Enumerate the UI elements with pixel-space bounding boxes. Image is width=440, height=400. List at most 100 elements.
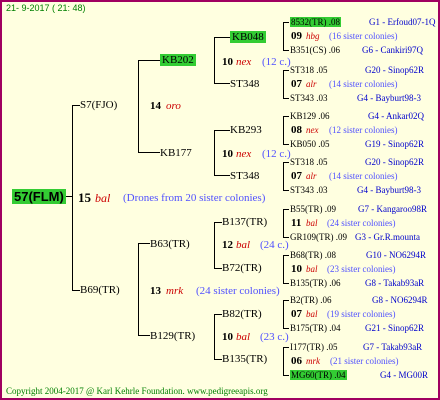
connector-line <box>138 335 150 336</box>
gen5-drone-place-3: nex <box>306 125 319 135</box>
connector-line <box>283 300 289 301</box>
gen3-queen-2: KB177 <box>160 147 192 159</box>
gen5-top-queen-6: B68(TR) .08 <box>290 250 336 260</box>
connector-line <box>283 70 289 71</box>
gen3-drone-count-2: 10 <box>222 148 233 160</box>
connector-line <box>138 60 160 61</box>
connector-line <box>138 60 139 152</box>
gen3-drone-note-1: (12 c.) <box>262 56 291 68</box>
gen5-bot-queen-8: MG60(TR) .04 <box>290 370 347 380</box>
connector-line <box>214 314 222 315</box>
connector-line <box>283 255 284 283</box>
gen5-bot-code-1: G6 - Cankiri97Q <box>362 45 423 55</box>
gen2-drone-place-1: oro <box>166 100 181 112</box>
gen5-top-queen-7: B2(TR) .06 <box>290 295 332 305</box>
gen5-drone-place-6: bal <box>306 264 318 274</box>
gen3-queen-4: B129(TR) <box>150 330 196 342</box>
date-stamp: 21- 9-2017 ( 21: 48) <box>6 3 86 13</box>
connector-line <box>283 162 289 163</box>
gen5-top-code-7: G8 - NO6294R <box>372 295 428 305</box>
gen5-bot-code-3: G19 - Sinop62R <box>365 139 425 149</box>
connector-line <box>283 255 289 256</box>
gen5-bot-queen-5: GR109(TR) .09 <box>290 232 347 242</box>
gen2-drone-note-2: (24 sister colonies) <box>196 285 280 297</box>
gen2-drone-count-1: 14 <box>150 100 161 112</box>
gen2-queen-1: S7(FJO) <box>80 99 118 111</box>
gen5-drone-place-7: bal <box>306 309 318 319</box>
gen5-drone-note-8: (21 sister colonies) <box>330 356 399 366</box>
copyright-footer: Copyright 2004-2017 @ Karl Kehrle Founda… <box>6 386 268 396</box>
gen4-queen-2: ST348 <box>230 78 260 90</box>
connector-line <box>283 300 284 328</box>
gen5-drone-note-1: (16 sister colonies) <box>329 31 398 41</box>
gen5-drone-note-3: (12 sister colonies) <box>329 125 398 135</box>
connector-line <box>283 70 284 98</box>
gen5-top-code-1: G1 - Erfoud07-1Q <box>369 17 436 27</box>
gen5-drone-count-1: 09 <box>291 30 302 42</box>
gen2-drone-place-2: mrk <box>166 285 184 297</box>
gen3-drone-place-2: nex <box>236 148 252 160</box>
connector-line <box>283 116 289 117</box>
gen5-bot-queen-1: B351(CS) .06 <box>290 45 341 55</box>
connector-line <box>214 130 215 175</box>
gen5-drone-count-3: 08 <box>291 124 302 136</box>
root-queen: 57(FLM) <box>12 189 66 204</box>
gen4-queen-3: KB293 <box>230 124 262 136</box>
connector-line <box>283 98 289 99</box>
gen5-bot-queen-4: ST343 .03 <box>290 185 328 195</box>
gen3-drone-count-4: 10 <box>222 331 233 343</box>
gen5-top-queen-2: ST318 .05 <box>290 65 328 75</box>
gen5-bot-code-2: G4 - Bayburt98-3 <box>357 93 421 103</box>
gen3-drone-note-3: (24 c.) <box>260 239 289 251</box>
connector-line <box>283 328 289 329</box>
gen5-drone-note-6: (23 sister colonies) <box>327 264 396 274</box>
connector-line <box>283 347 289 348</box>
gen4-queen-4: ST348 <box>230 170 260 182</box>
connector-line <box>283 375 289 376</box>
connector-line <box>283 209 289 210</box>
gen5-drone-count-2: 07 <box>291 78 302 90</box>
gen3-drone-count-1: 10 <box>222 56 233 68</box>
gen5-drone-place-8: mrk <box>306 356 320 366</box>
connector-line <box>214 175 230 176</box>
gen5-drone-count-6: 10 <box>291 263 302 275</box>
connector-line <box>214 83 230 84</box>
gen5-bot-queen-3: KB050 .05 <box>290 139 330 149</box>
connector-line <box>283 162 284 190</box>
gen5-top-code-3: G4 - Ankar02Q <box>368 111 424 121</box>
gen2-drone-count-2: 13 <box>150 285 161 297</box>
connector-line <box>214 37 230 38</box>
gen5-drone-place-2: alr <box>306 79 317 89</box>
connector-line <box>214 130 230 131</box>
gen5-top-queen-4: ST318 .05 <box>290 157 328 167</box>
connector-line <box>283 22 284 50</box>
gen4-queen-6: B72(TR) <box>222 262 262 274</box>
gen5-top-code-5: G7 - Kangaroo98R <box>358 204 427 214</box>
gen2-queen-2: B69(TR) <box>80 284 120 296</box>
gen5-drone-note-5: (24 sister colonies) <box>327 218 396 228</box>
connector-line <box>72 290 80 291</box>
connector-line <box>138 152 160 153</box>
gen5-bot-queen-6: B135(TR) .06 <box>290 278 341 288</box>
gen5-bot-queen-2: ST343 .03 <box>290 93 328 103</box>
connector-line <box>138 243 150 244</box>
gen3-drone-count-3: 12 <box>222 239 233 251</box>
gen5-drone-place-1: hbg <box>306 31 320 41</box>
gen5-drone-place-4: alr <box>306 171 317 181</box>
gen4-queen-5: B137(TR) <box>222 216 268 228</box>
connector-line <box>214 359 222 360</box>
connector-line <box>283 190 289 191</box>
gen5-top-queen-8: I177(TR) .05 <box>290 342 338 352</box>
gen3-drone-place-3: bal <box>236 239 251 251</box>
gen5-top-code-8: G7 - Takab93aR <box>363 342 423 352</box>
gen3-queen-3: B63(TR) <box>150 238 190 250</box>
gen5-bot-code-4: G4 - Bayburt98-3 <box>357 185 421 195</box>
root-drone-count: 15 <box>78 190 91 205</box>
gen3-drone-place-4: bal <box>236 331 251 343</box>
gen5-top-code-4: G20 - Sinop62R <box>365 157 425 167</box>
connector-line <box>214 222 215 268</box>
gen5-drone-count-8: 06 <box>291 355 302 367</box>
connector-line <box>214 314 215 359</box>
gen5-drone-note-7: (19 sister colonies) <box>327 309 396 319</box>
connector-line <box>283 116 284 144</box>
